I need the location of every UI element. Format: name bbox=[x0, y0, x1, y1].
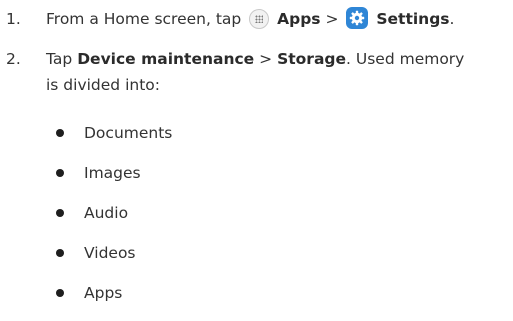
apps-grid-icon bbox=[249, 9, 270, 29]
step-prefix: Tap bbox=[46, 50, 73, 68]
step-text-line-2: is divided into: bbox=[46, 76, 160, 94]
bullet-icon bbox=[56, 209, 64, 217]
step-suffix: . Used memory bbox=[346, 50, 465, 68]
bullet-icon bbox=[56, 289, 64, 297]
storage-label: Storage bbox=[277, 50, 347, 68]
list-item-label: Documents bbox=[84, 124, 173, 142]
list-item-label: Apps bbox=[84, 284, 123, 302]
device-maintenance-label: Device maintenance bbox=[77, 50, 255, 68]
step-suffix: . bbox=[449, 10, 455, 28]
step-text: From a Home screen, tap Apps > Settings. bbox=[46, 4, 454, 34]
separator: > bbox=[259, 50, 273, 68]
bullet-icon bbox=[56, 169, 64, 177]
gear-icon bbox=[346, 7, 369, 29]
bullet-icon bbox=[56, 129, 64, 137]
list-item-label: Videos bbox=[84, 244, 136, 262]
step-number: 2. bbox=[6, 50, 21, 68]
step-number: 1. bbox=[6, 10, 21, 28]
step-prefix: From a Home screen, tap bbox=[46, 10, 242, 28]
instruction-document: 1. From a Home screen, tap Apps > Settin… bbox=[0, 0, 513, 321]
apps-label: Apps bbox=[277, 10, 321, 28]
bullet-icon bbox=[56, 249, 64, 257]
settings-label: Settings bbox=[376, 10, 450, 28]
list-item-label: Images bbox=[84, 164, 141, 182]
separator: > bbox=[325, 10, 339, 28]
list-item-label: Audio bbox=[84, 204, 129, 222]
